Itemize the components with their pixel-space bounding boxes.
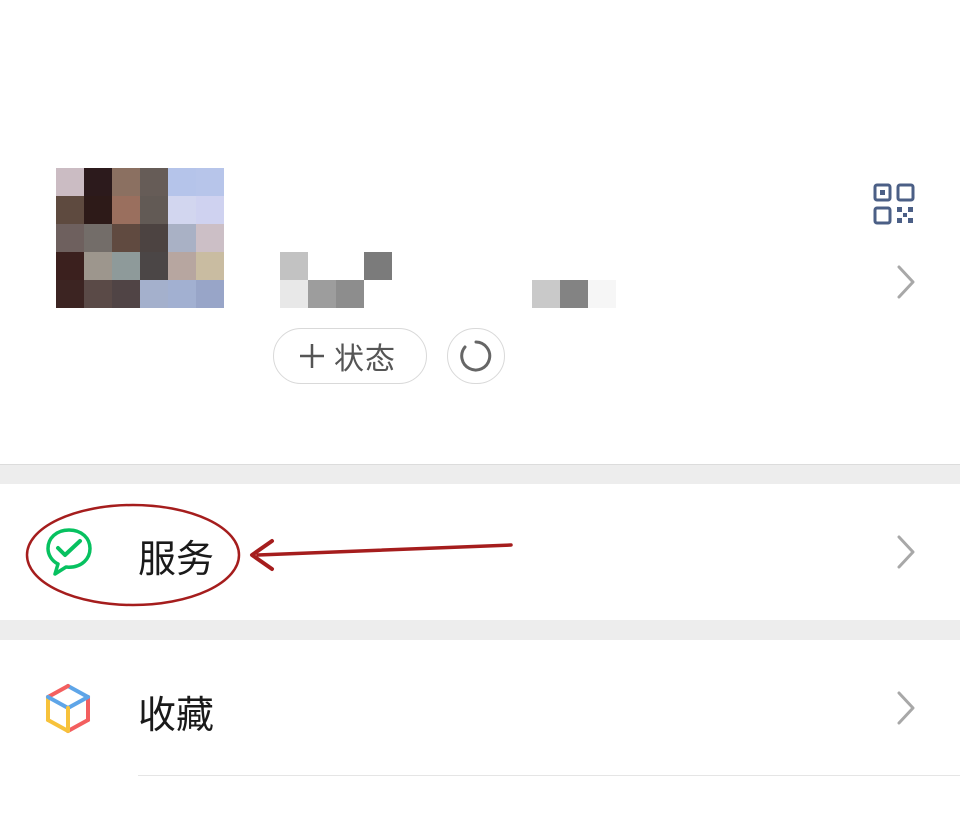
nickname-redacted: [280, 252, 620, 308]
avatar-pixel: [196, 168, 224, 196]
refresh-status-button[interactable]: [447, 328, 505, 384]
status-button-label: 状态: [334, 342, 396, 377]
avatar-pixel: [112, 252, 140, 280]
profile-header[interactable]: 状态: [0, 0, 960, 464]
avatar-pixel: [140, 224, 168, 252]
avatar-pixel: [112, 280, 140, 308]
plus-icon: [300, 344, 324, 368]
avatar-pixel: [168, 196, 196, 224]
avatar-pixel: [168, 252, 196, 280]
avatar-pixel: [112, 196, 140, 224]
avatar-pixel: [196, 196, 224, 224]
avatar-pixel: [56, 224, 84, 252]
favorites-cube-icon: [46, 684, 90, 733]
avatar-pixel: [84, 168, 112, 196]
avatar-pixel: [56, 168, 84, 196]
avatar-pixel: [56, 280, 84, 308]
section-separator: [0, 464, 960, 484]
avatar-pixel: [84, 196, 112, 224]
avatar-pixel: [140, 168, 168, 196]
menu-item-services[interactable]: 服务: [0, 484, 960, 620]
avatar-pixel: [84, 252, 112, 280]
menu-item-services-label: 服务: [138, 537, 215, 581]
avatar-pixel: [56, 252, 84, 280]
avatar-pixel: [140, 196, 168, 224]
avatar-pixel: [196, 280, 224, 308]
avatar-pixel: [196, 252, 224, 280]
wechat-pay-icon: [46, 528, 92, 576]
menu-item-favorites[interactable]: 收藏: [0, 640, 960, 776]
avatar-pixel: [112, 168, 140, 196]
qr-code-icon[interactable]: [873, 183, 915, 225]
avatar[interactable]: [56, 168, 224, 308]
avatar-pixel: [196, 224, 224, 252]
section-separator: [0, 620, 960, 640]
avatar-pixel: [56, 196, 84, 224]
chevron-right-icon: [897, 535, 915, 569]
avatar-pixel: [168, 224, 196, 252]
menu-item-favorites-label: 收藏: [138, 693, 215, 737]
add-status-button[interactable]: 状态: [273, 328, 427, 384]
avatar-pixel: [84, 224, 112, 252]
avatar-pixel: [168, 280, 196, 308]
avatar-pixel: [140, 252, 168, 280]
chevron-right-icon[interactable]: [895, 264, 917, 300]
row-divider: [138, 775, 960, 776]
chevron-right-icon: [897, 691, 915, 725]
avatar-pixel: [140, 280, 168, 308]
avatar-pixel: [168, 168, 196, 196]
avatar-pixel: [112, 224, 140, 252]
refresh-ring-icon: [460, 340, 492, 372]
avatar-pixel: [84, 280, 112, 308]
